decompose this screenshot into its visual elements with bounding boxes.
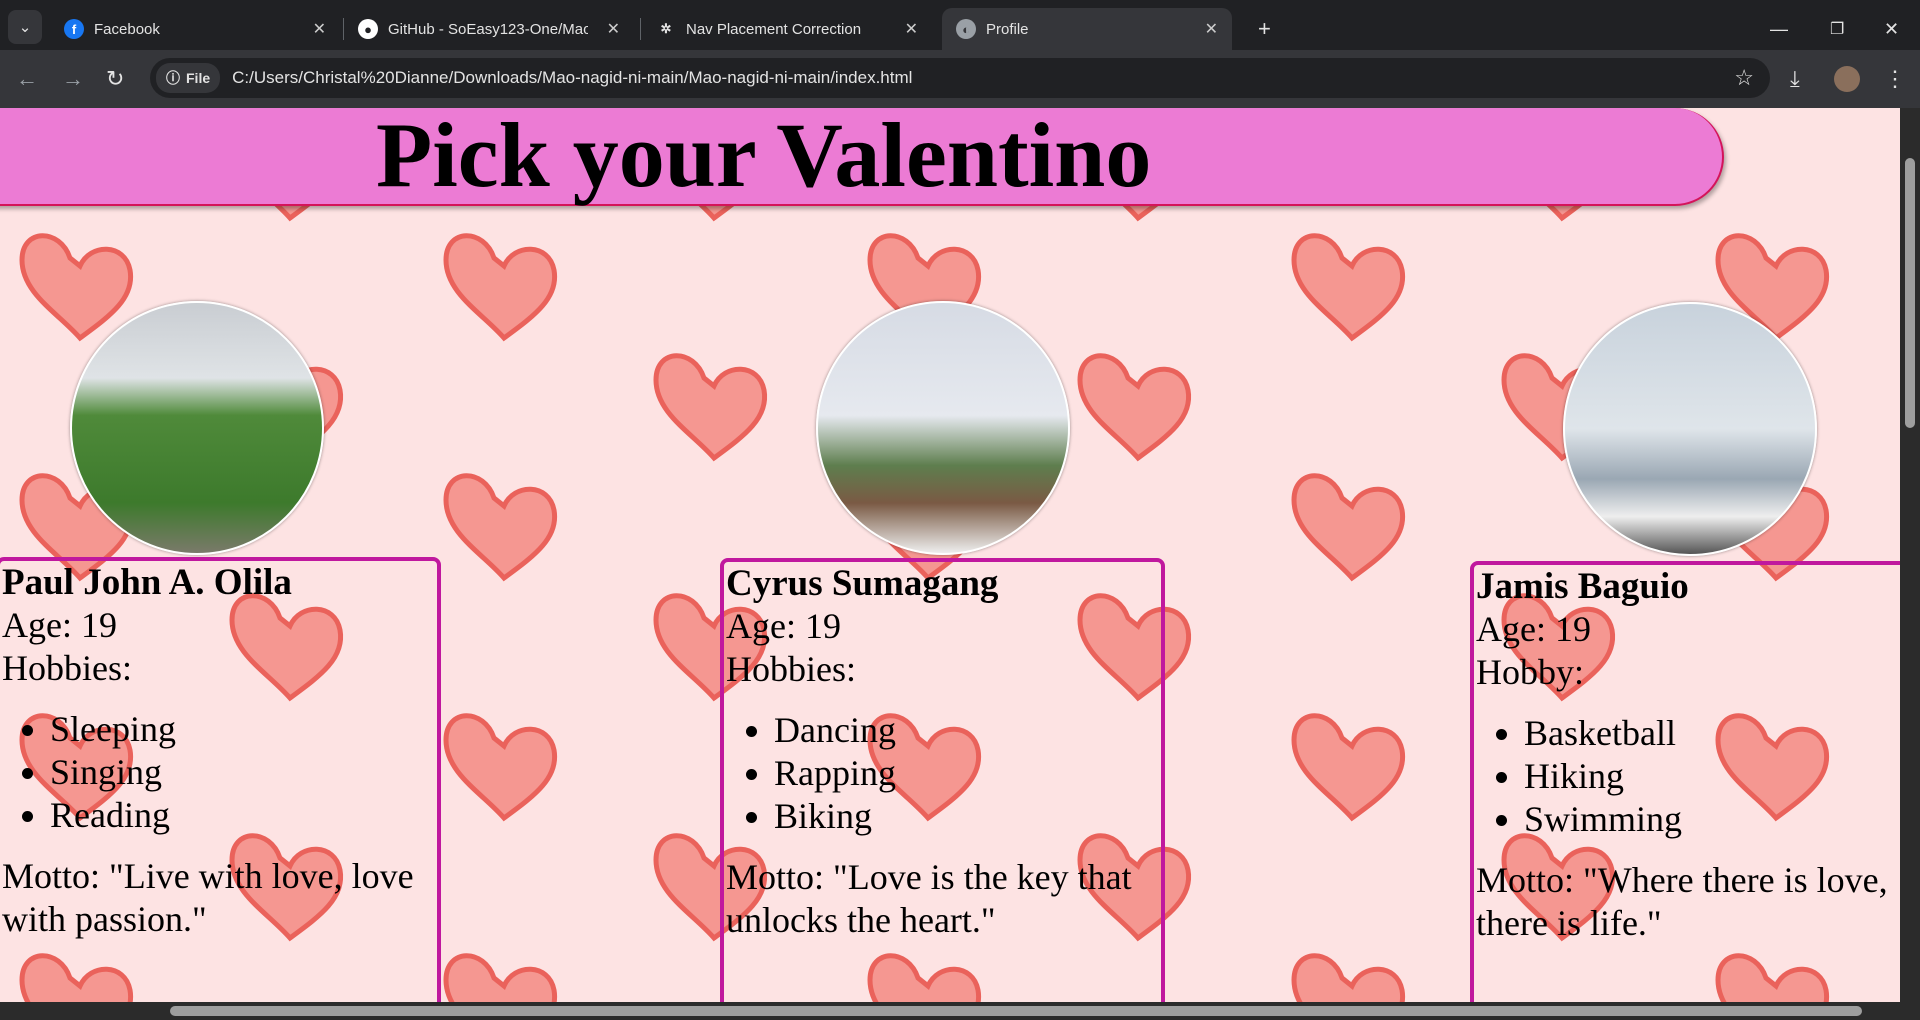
vertical-scrollbar[interactable] bbox=[1900, 108, 1920, 1002]
bookmark-star-icon[interactable]: ☆ bbox=[1734, 65, 1754, 91]
tab-label: GitHub - SoEasy123-One/Mao- bbox=[388, 20, 588, 38]
hobbies-label: Hobby: bbox=[1476, 652, 1584, 692]
menu-icon[interactable]: ⋮ bbox=[1884, 66, 1906, 92]
forward-icon[interactable]: → bbox=[62, 66, 84, 92]
profile-photo-jamis bbox=[1563, 302, 1817, 556]
tab-github[interactable]: ● GitHub - SoEasy123-One/Mao- ✕ bbox=[344, 8, 634, 50]
hobby-item: Swimming bbox=[1524, 798, 1900, 841]
chatgpt-icon: ✲ bbox=[660, 21, 672, 36]
profile-motto: Motto: "Live with love, love with passio… bbox=[2, 856, 414, 939]
toolbar: ← → ↻ ⓘ File C:/Users/Christal%20Dianne/D… bbox=[0, 50, 1920, 108]
vertical-scroll-thumb[interactable] bbox=[1905, 158, 1915, 428]
profile-photo-cyrus bbox=[816, 301, 1070, 555]
site-info-button[interactable]: ⓘ File bbox=[156, 63, 221, 93]
close-tab-icon[interactable]: ✕ bbox=[905, 19, 918, 39]
hobbies-label: Hobbies: bbox=[726, 649, 856, 689]
hobby-item: Reading bbox=[50, 794, 437, 837]
url-text[interactable]: C:/Users/Christal%20Dianne/Downloads/Mao… bbox=[232, 68, 912, 88]
profile-name: Paul John A. Olila bbox=[2, 562, 292, 603]
new-tab-button[interactable]: + bbox=[1244, 8, 1285, 50]
address-bar[interactable]: ⓘ File C:/Users/Christal%20Dianne/Downloa… bbox=[150, 58, 1770, 98]
hobbies-list: Sleeping Singing Reading bbox=[50, 708, 437, 837]
avatar[interactable] bbox=[1834, 66, 1860, 92]
globe-icon: ◐ bbox=[956, 19, 976, 39]
profile-age: Age: 19 bbox=[2, 605, 117, 645]
hobbies-list: Basketball Hiking Swimming bbox=[1524, 712, 1900, 841]
close-tab-icon[interactable]: ✕ bbox=[607, 19, 620, 39]
profile-name: Jamis Baguio bbox=[1476, 566, 1689, 607]
close-tab-icon[interactable]: ✕ bbox=[1205, 19, 1218, 39]
close-window-button[interactable]: ✕ bbox=[1870, 8, 1913, 50]
tab-facebook[interactable]: f Facebook ✕ bbox=[50, 8, 340, 50]
tab-profile[interactable]: ◐ Profile ✕ bbox=[942, 8, 1232, 50]
profile-age: Age: 19 bbox=[726, 606, 841, 646]
reload-icon[interactable]: ↻ bbox=[106, 66, 124, 92]
page-content: Pick your Valentino Paul John A. Olila A… bbox=[0, 108, 1900, 1002]
tab-bar: ⌄ f Facebook ✕ ● GitHub - SoEasy123-One/… bbox=[0, 0, 1920, 50]
minimize-button[interactable]: — bbox=[1756, 8, 1802, 50]
horizontal-scroll-thumb[interactable] bbox=[170, 1006, 1862, 1016]
profile-motto: Motto: "Where there is love, there is li… bbox=[1476, 860, 1888, 943]
hobby-item: Singing bbox=[50, 751, 437, 794]
facebook-icon: f bbox=[64, 19, 84, 39]
hobby-item: Rapping bbox=[774, 752, 1161, 795]
tab-label: Facebook bbox=[94, 20, 160, 38]
hobby-item: Hiking bbox=[1524, 755, 1900, 798]
tab-label: Profile bbox=[986, 20, 1029, 38]
download-icon[interactable]: ⤓ bbox=[1790, 66, 1800, 92]
back-icon[interactable]: ← bbox=[16, 66, 38, 92]
header-banner: Pick your Valentino bbox=[0, 108, 1724, 206]
horizontal-scrollbar[interactable] bbox=[0, 1002, 1920, 1020]
hobby-item: Basketball bbox=[1524, 712, 1900, 755]
restore-button[interactable]: ❐ bbox=[1816, 8, 1858, 50]
info-icon: ⓘ bbox=[166, 70, 180, 86]
github-icon: ● bbox=[358, 19, 378, 39]
profile-motto: Motto: "Love is the key that unlocks the… bbox=[726, 857, 1132, 940]
profile-card-paul: Paul John A. Olila Age: 19 Hobbies: Slee… bbox=[0, 557, 441, 1002]
close-tab-icon[interactable]: ✕ bbox=[313, 19, 326, 39]
hobby-item: Sleeping bbox=[50, 708, 437, 751]
tab-label: Nav Placement Correction bbox=[686, 20, 862, 38]
tab-nav-placement[interactable]: ✲ Nav Placement Correction ✕ bbox=[642, 8, 932, 50]
file-chip-label: File bbox=[186, 70, 211, 86]
hobbies-label: Hobbies: bbox=[2, 648, 132, 688]
profile-card-jamis: Jamis Baguio Age: 19 Hobby: Basketball H… bbox=[1470, 561, 1900, 1002]
page-title: Pick your Valentino bbox=[376, 108, 1152, 206]
profile-name: Cyrus Sumagang bbox=[726, 563, 999, 604]
hobbies-list: Dancing Rapping Biking bbox=[774, 709, 1161, 838]
profile-age: Age: 19 bbox=[1476, 609, 1591, 649]
tab-search-button[interactable]: ⌄ bbox=[8, 10, 42, 44]
profile-card-cyrus: Cyrus Sumagang Age: 19 Hobbies: Dancing … bbox=[720, 558, 1165, 1002]
profile-photo-paul bbox=[70, 301, 324, 555]
hobby-item: Dancing bbox=[774, 709, 1161, 752]
hobby-item: Biking bbox=[774, 795, 1161, 838]
